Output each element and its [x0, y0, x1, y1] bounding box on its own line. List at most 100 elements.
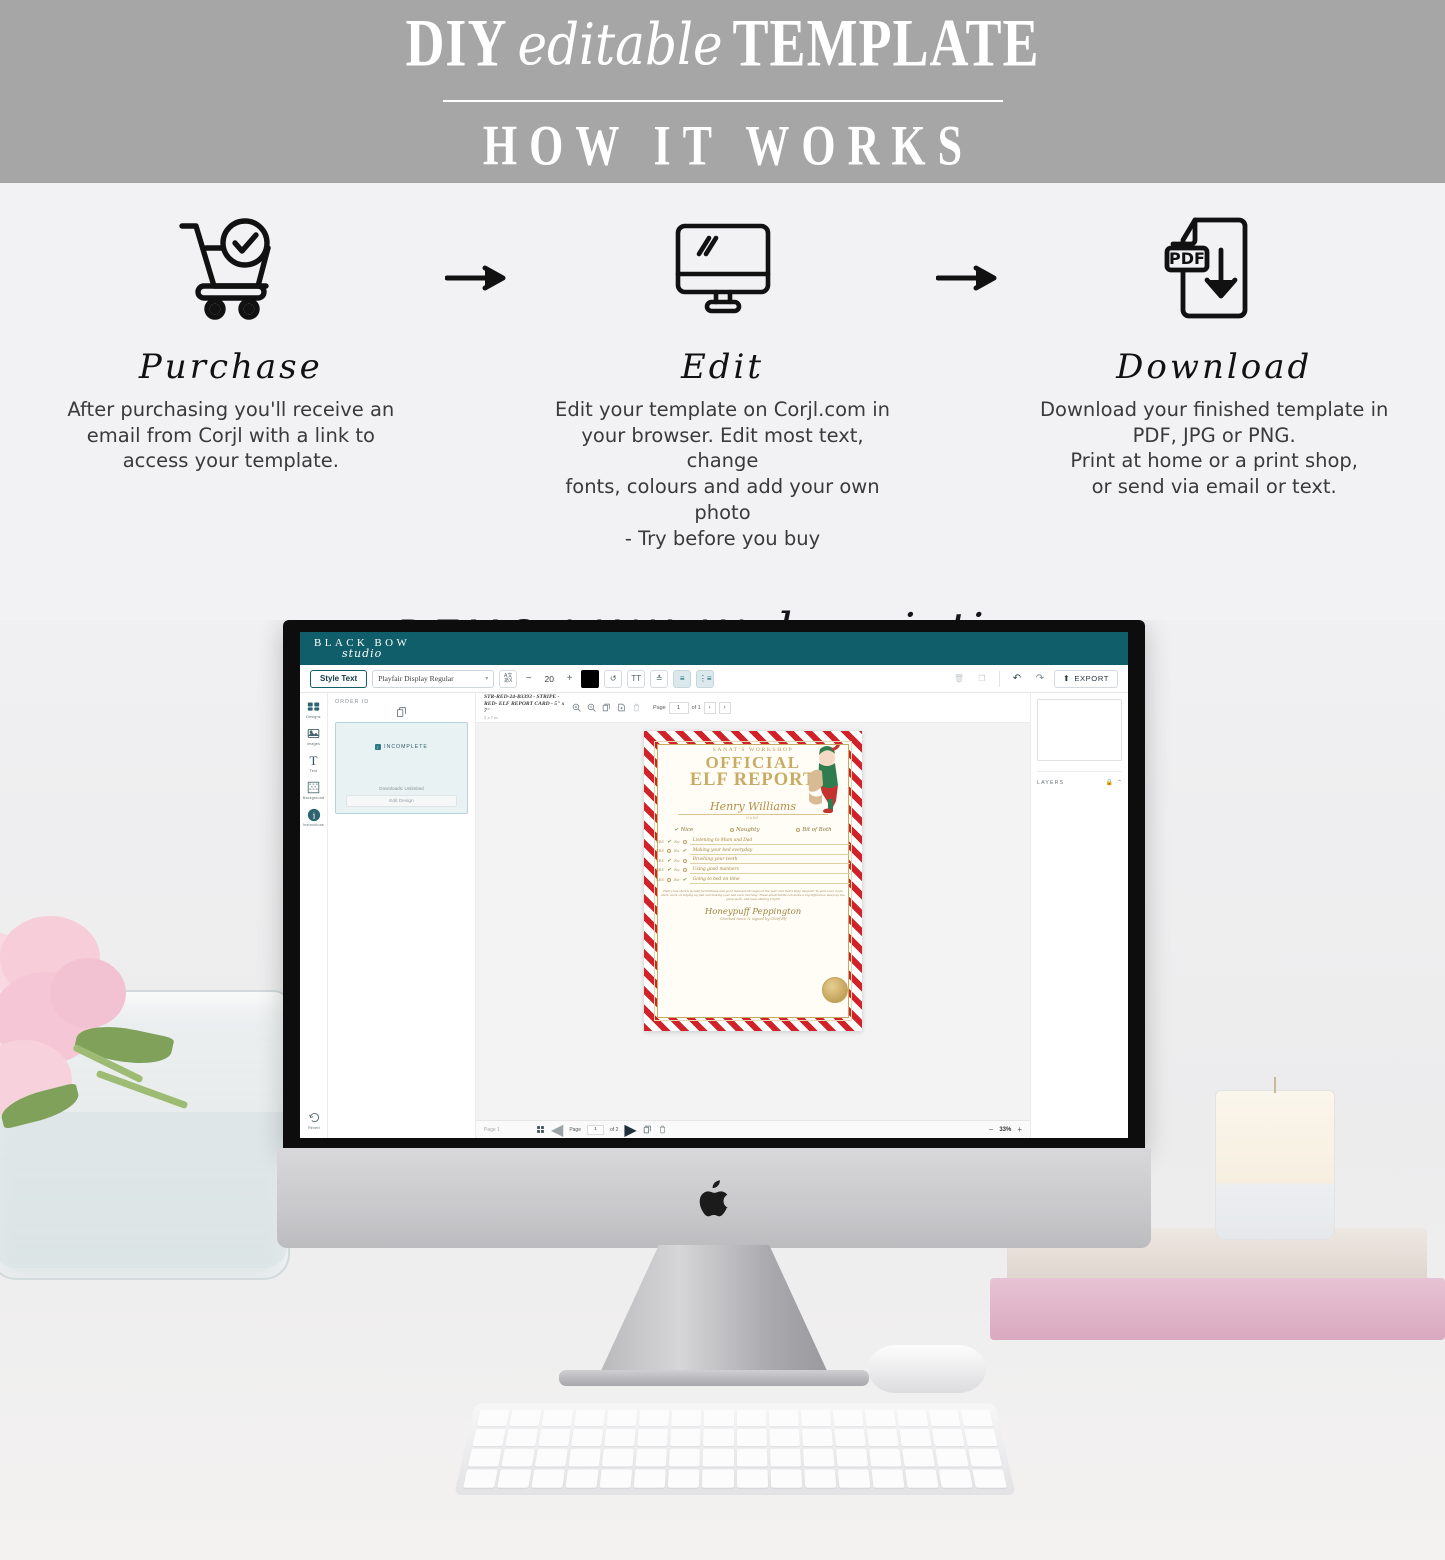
app-body: Designs Images T Text Background i Instr… [300, 693, 1128, 1138]
style-text-button[interactable]: Style Text [310, 669, 368, 688]
add-page-icon[interactable] [617, 703, 626, 712]
imac-computer: BLACK BOW studio Style Text Playfair Dis… [277, 620, 1151, 1386]
canvas-stage: SANAT'S WORKSHOP OFFICIAL ELF REPORT Hen… [476, 723, 1030, 1120]
zoom-in-button[interactable]: + [1017, 1125, 1022, 1134]
sidebar-label-revert: Revert [308, 1126, 320, 1130]
sidebar-item-text[interactable]: T Text [301, 753, 327, 774]
font-family-select[interactable]: Playfair Display Regular ▾ [372, 669, 495, 688]
pink-hydrangea-flowers [0, 910, 280, 1210]
check-icon: ✔ [674, 827, 679, 834]
verdict-label-both: Bit of Both [802, 827, 832, 834]
arrow-right-icon-2 [913, 205, 1023, 293]
step-edit: Edit Edit your template on Corjl.com in … [532, 205, 914, 551]
card-task-row: YES ✔ No Listening to Mum and Dad [656, 838, 850, 846]
reset-rotate-icon[interactable]: ↺ [604, 669, 623, 688]
brand-sub: studio [341, 647, 383, 660]
radio-icon [729, 828, 734, 833]
sidebar-label-background: Background [302, 796, 325, 800]
banner-title: DIY editable TEMPLATE [405, 4, 1039, 82]
card-task-row: YES No ✔ Going to bed on time [656, 877, 850, 884]
text-color-swatch[interactable] [581, 669, 600, 688]
upload-icon: ⬆ [1063, 674, 1071, 683]
next-page-icon[interactable]: ▶ [624, 1120, 636, 1139]
step-body-download: Download your finished template in PDF, … [1040, 398, 1389, 499]
font-script-icon[interactable]: A文 あX [499, 669, 518, 688]
edit-design-button[interactable]: Edit Design [346, 795, 457, 807]
sidebar-item-background[interactable]: Background [301, 780, 327, 800]
undo-icon[interactable]: ↶ [1008, 669, 1026, 688]
font-size-increase-button[interactable]: + [563, 673, 576, 684]
status-page-of: of 2 [610, 1126, 619, 1133]
delete-page-icon[interactable] [632, 703, 641, 712]
no-label: No [673, 849, 680, 854]
svg-text:PDF: PDF [1169, 249, 1205, 268]
prev-page-icon[interactable]: ◀ [551, 1120, 563, 1139]
no-label: No [674, 858, 680, 863]
copy-order-icon[interactable] [335, 707, 468, 718]
verdict-label-nice: Nice [680, 827, 694, 834]
text-case-icon[interactable]: TT [627, 669, 646, 688]
zoom-level-value: 33% [999, 1126, 1012, 1133]
mouse [868, 1345, 986, 1393]
card-task-text: Going to bed on time [689, 877, 850, 884]
redo-icon[interactable]: ↷ [1031, 669, 1049, 688]
images-icon [306, 726, 321, 741]
verdict-label-naughty: Naughty [735, 827, 760, 834]
duplicate-page-icon[interactable] [602, 703, 611, 712]
yes-label: YES [656, 878, 664, 883]
design-thumbnail-card[interactable]: ! INCOMPLETE Downloads: Unlimited Edit D… [335, 722, 468, 814]
check-icon: ✔ [682, 877, 687, 884]
revert-icon [307, 1110, 322, 1125]
font-family-value: Playfair Display Regular [378, 674, 454, 683]
sidebar-item-images[interactable]: Images [301, 726, 327, 746]
check-icon: ✔ [666, 838, 672, 845]
yes-label: YES [656, 849, 664, 854]
font-size-value[interactable]: 20 [540, 674, 558, 684]
candle [1215, 1077, 1335, 1240]
no-label: No [674, 839, 680, 844]
delete-page-bottom-icon[interactable] [658, 1125, 667, 1134]
radio-icon [666, 878, 671, 883]
card-task-text: Brushing your teeth [689, 857, 850, 865]
zoom-in-icon[interactable] [572, 703, 581, 712]
lock-icon[interactable]: 🔒 [1105, 779, 1112, 786]
brand-logo: BLACK BOW studio [314, 638, 410, 660]
export-button[interactable]: ⬆ EXPORT [1054, 669, 1118, 688]
chevron-down-icon: ▾ [485, 676, 489, 682]
letter-spacing-icon[interactable]: ≡ [673, 669, 692, 688]
card-verdict-row: ✔ Nice Naughty Bit of Both [656, 827, 850, 833]
delete-icon[interactable]: 🗑 [950, 669, 968, 688]
yes-label: YES [656, 868, 664, 873]
chevron-up-icon[interactable]: ⌃ [1117, 779, 1122, 786]
zoom-out-icon[interactable] [587, 703, 596, 712]
step-body-edit: Edit your template on Corjl.com in your … [555, 398, 890, 550]
elf-report-card-design[interactable]: SANAT'S WORKSHOP OFFICIAL ELF REPORT Hen… [644, 731, 862, 1031]
document-title: STR-RED-24-B3393 - STRIPE - RED- ELF REP… [484, 694, 566, 721]
duplicate-page-bottom-icon[interactable] [643, 1125, 652, 1134]
sidebar-item-designs[interactable]: Designs [301, 699, 327, 719]
grid-view-icon[interactable] [536, 1125, 545, 1134]
page-input[interactable]: 1 [668, 701, 689, 714]
prev-page-button[interactable]: ‹ [703, 701, 716, 714]
align-left-icon[interactable]: ⋮≡ [696, 669, 715, 688]
step-title-download: Download [1116, 347, 1313, 387]
text-toolbar: Style Text Playfair Display Regular ▾ A文… [300, 665, 1128, 693]
font-size-decrease-button[interactable]: − [522, 673, 535, 684]
downloads-label: Downloads: Unlimited [379, 786, 424, 791]
layers-section-header[interactable]: LAYERS 🔒 ⌃ [1037, 771, 1122, 786]
radio-icon [682, 858, 687, 863]
no-label: No [673, 878, 680, 883]
status-page-input[interactable]: 1 [587, 1124, 604, 1135]
preview-box[interactable] [1037, 699, 1122, 761]
step-download: PDF Download Download your finished temp… [1023, 205, 1405, 500]
sidebar-item-revert[interactable]: Revert [300, 1110, 328, 1130]
sidebar-item-instructions[interactable]: i Instructions [301, 807, 327, 827]
line-height-icon[interactable]: ≛ [650, 669, 669, 688]
duplicate-icon[interactable]: ❐ [973, 669, 991, 688]
shopping-cart-check-icon [172, 205, 290, 331]
imac-screen: BLACK BOW studio Style Text Playfair Dis… [300, 632, 1128, 1138]
verdict-option-naughty: Naughty [729, 827, 760, 834]
zoom-out-button[interactable]: − [989, 1125, 994, 1134]
no-label: No [674, 868, 680, 873]
next-page-button[interactable]: › [718, 701, 731, 714]
